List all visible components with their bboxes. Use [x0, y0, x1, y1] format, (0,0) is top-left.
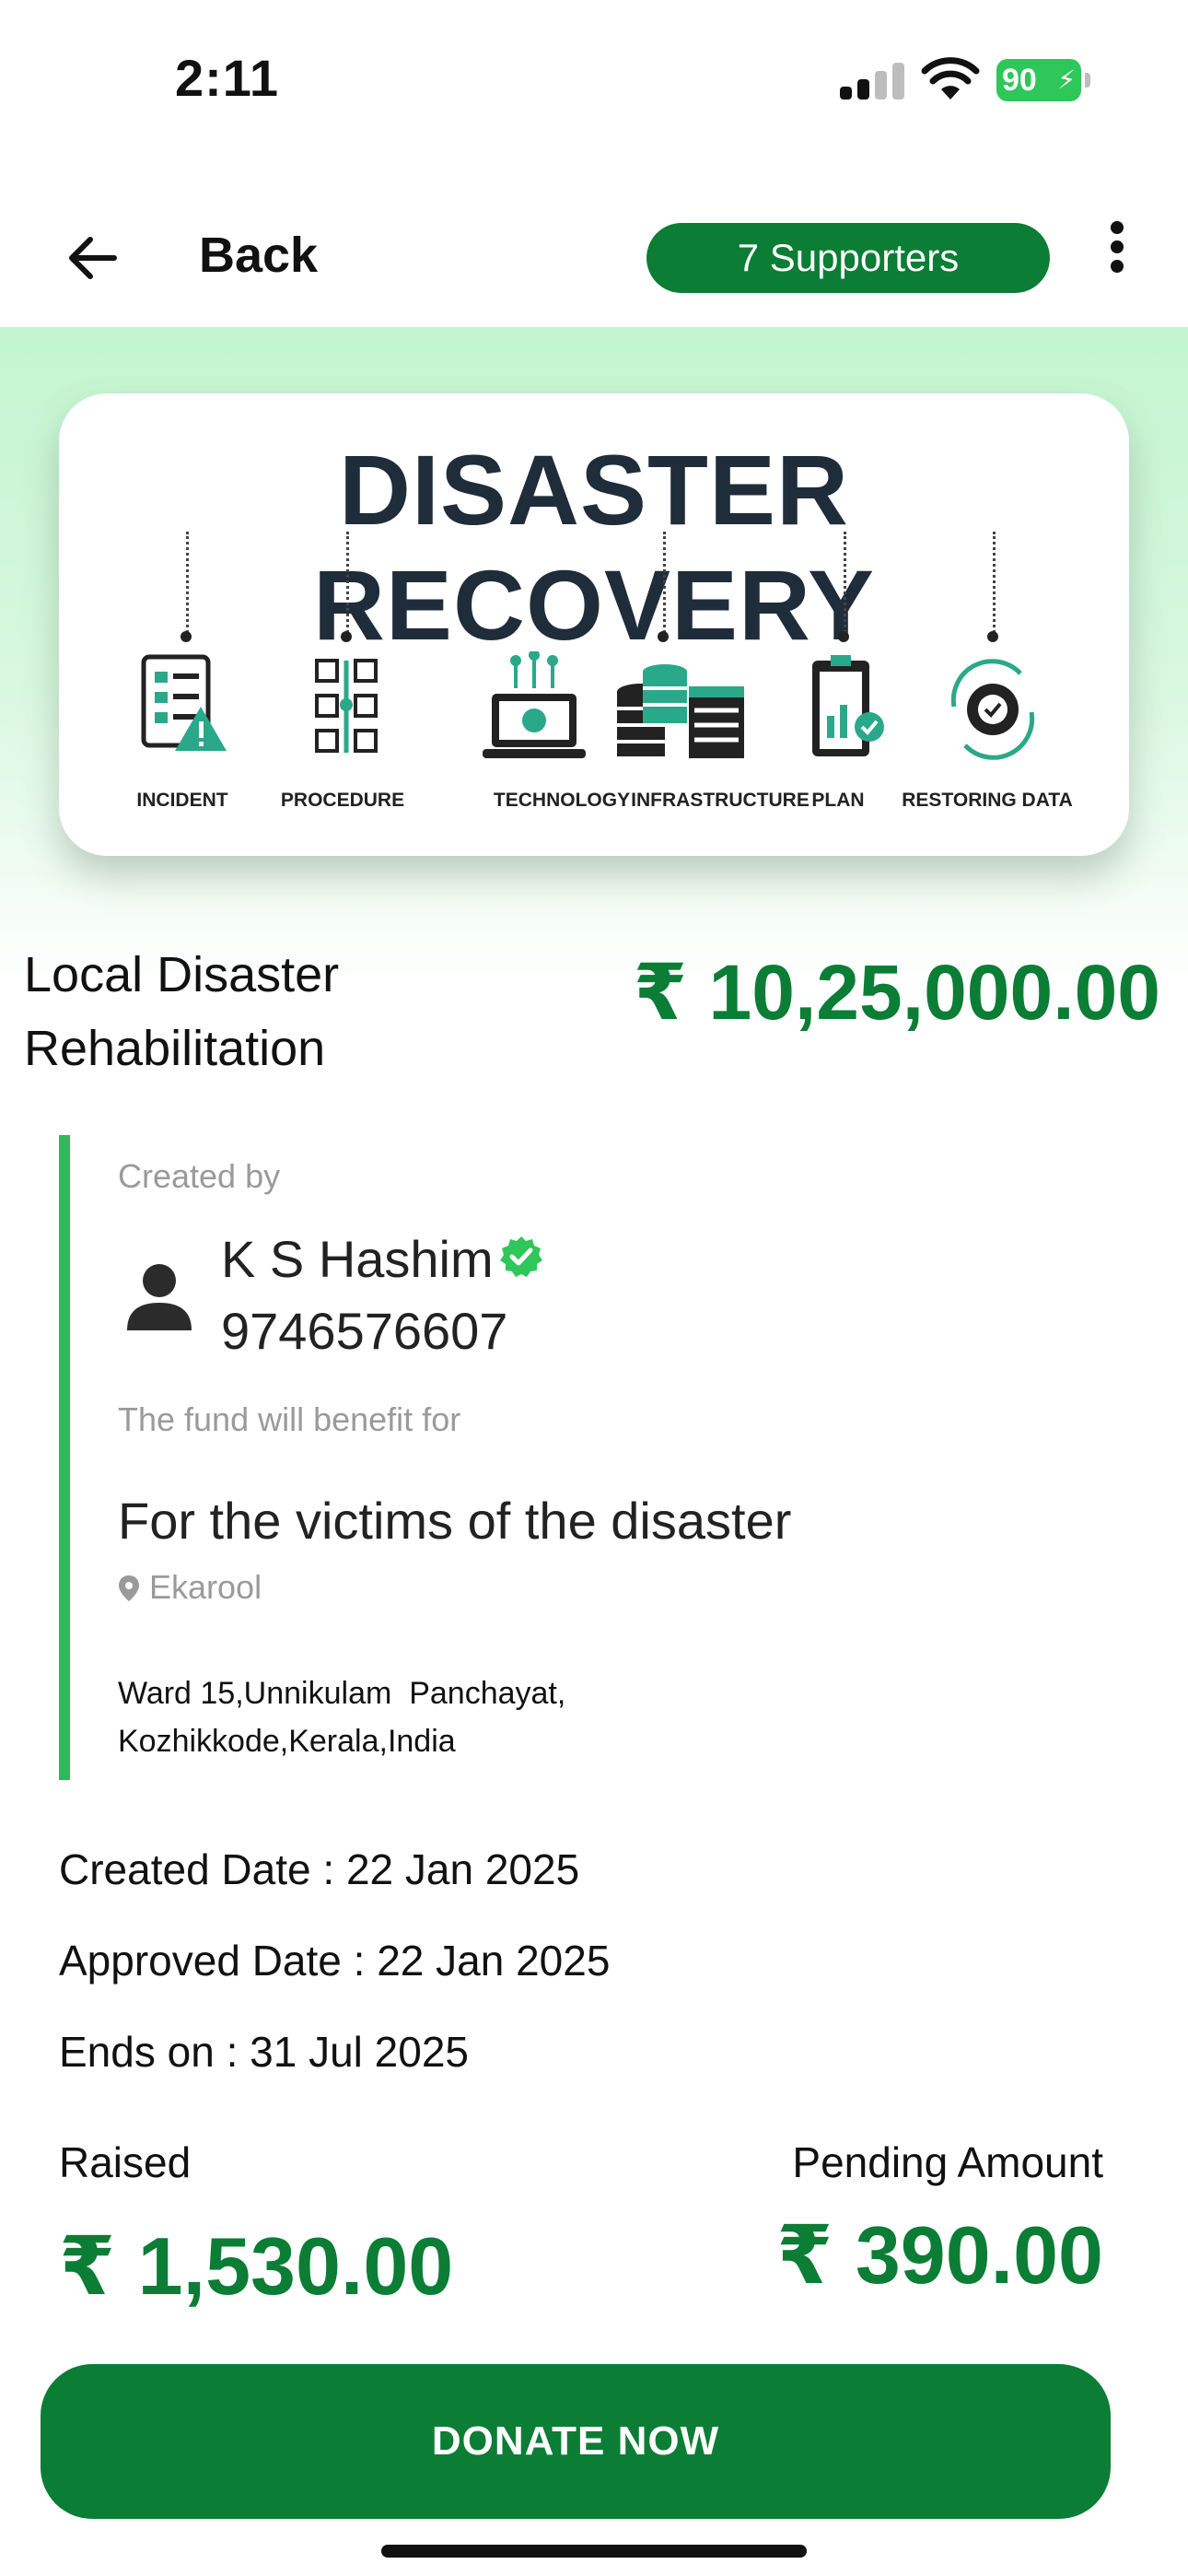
donate-now-button[interactable]: DONATE NOW	[41, 2364, 1111, 2519]
infrastructure-icon	[617, 664, 744, 758]
battery-icon: 90 ⚡	[996, 59, 1090, 101]
home-indicator[interactable]	[381, 2545, 807, 2558]
banner-step-label: INFRASTRUCTURE	[631, 790, 809, 811]
top-nav: Back 7 Supporters	[0, 203, 1188, 327]
approved-date: Approved Date : 22 Jan 2025	[59, 1937, 611, 1985]
signal-icon	[840, 61, 906, 100]
campaign-dates: Created Date : 22 Jan 2025 Approved Date…	[59, 1844, 610, 2118]
campaign-goal-amount: ₹ 10,25,000.00	[633, 949, 1160, 1036]
pending-label: Pending Amount	[792, 2138, 1103, 2186]
status-bar: 2:11 90 ⚡	[0, 0, 1188, 157]
banner-step-label: RESTORING DATA	[902, 790, 1073, 811]
address-line-2: Kozhikkode,Kerala,India	[118, 1724, 456, 1759]
banner-step-label: PLAN	[811, 790, 865, 811]
banner-step-label: TECHNOLOGY	[493, 790, 631, 811]
back-arrow-icon[interactable]	[63, 228, 122, 287]
location-pin-icon	[119, 1575, 139, 1601]
address-line-1: Ward 15,Unnikulam Panchayat,	[118, 1676, 566, 1711]
wifi-icon	[921, 57, 980, 100]
procedure-icon	[315, 659, 378, 753]
creator-phone[interactable]: 9746576607	[221, 1301, 507, 1361]
end-date: Ends on : 31 Jul 2025	[59, 2028, 469, 2076]
campaign-banner-image: DISASTER RECOVERY INCIDENT PROCEDURE TEC…	[59, 393, 1129, 856]
creator-name: K S Hashim	[221, 1230, 494, 1288]
verified-check-icon	[500, 1236, 542, 1277]
back-button[interactable]: Back	[199, 227, 318, 284]
benefit-label: The fund will benefit for	[118, 1400, 461, 1438]
hero-section: DISASTER RECOVERY INCIDENT PROCEDURE TEC…	[0, 327, 1188, 990]
beneficiary-text: For the victims of the disaster	[118, 1492, 792, 1550]
raised-label: Raised	[59, 2138, 192, 2186]
location-row: Ekarool	[118, 1568, 262, 1607]
raised-amount: ₹ 1,530.00	[59, 2220, 454, 2312]
banner-step-label: PROCEDURE	[280, 790, 405, 811]
created-date: Created Date : 22 Jan 2025	[59, 1845, 580, 1893]
battery-level: 90	[1002, 63, 1037, 98]
address: Ward 15,Unnikulam Panchayat, Kozhikkode,…	[118, 1669, 781, 1765]
campaign-title: Local Disaster Rehabilitation	[24, 947, 340, 1076]
campaign-details-card: Created by K S Hashim 9746576607 The fun…	[59, 1135, 1072, 1780]
created-by-label: Created by	[118, 1157, 281, 1195]
technology-icon	[483, 651, 586, 758]
user-icon	[127, 1264, 192, 1330]
location-name: Ekarool	[149, 1568, 262, 1606]
restoring-data-icon	[950, 659, 1035, 760]
banner-title: DISASTER RECOVERY	[312, 434, 876, 661]
more-vertical-icon[interactable]	[1101, 219, 1133, 275]
pending-amount: ₹ 390.00	[776, 2209, 1103, 2301]
plan-icon	[812, 655, 884, 756]
incident-icon	[141, 654, 227, 751]
status-time: 2:11	[175, 49, 279, 107]
supporters-badge[interactable]: 7 Supporters	[646, 223, 1050, 293]
banner-step-label: INCIDENT	[136, 790, 228, 811]
